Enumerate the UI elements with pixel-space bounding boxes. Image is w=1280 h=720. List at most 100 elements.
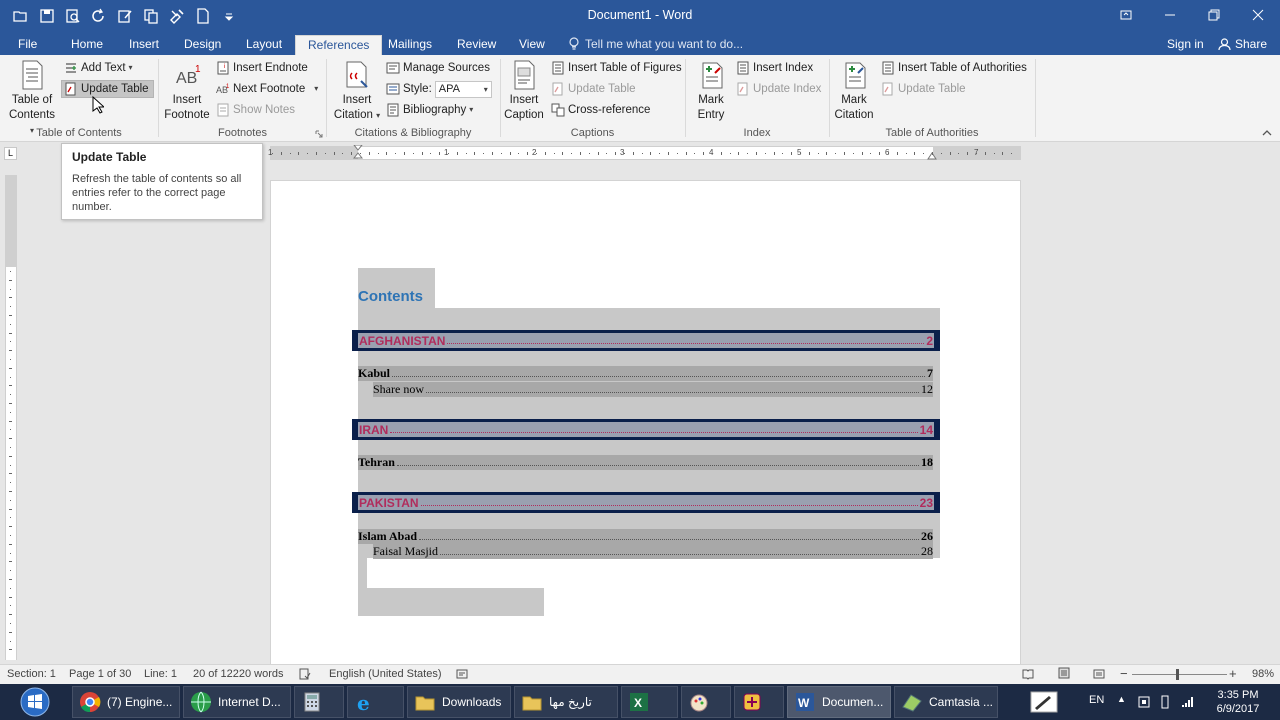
footnotes-dialog-launcher-icon[interactable] [315, 130, 323, 138]
taskbar-item-downloads[interactable]: Downloads [407, 686, 511, 718]
status-words[interactable]: 20 of 12220 words [193, 668, 284, 680]
toc-title[interactable]: Contents [358, 268, 435, 308]
zoom-level[interactable]: 98% [1252, 668, 1274, 680]
taskbar-item-calculator[interactable] [294, 686, 344, 718]
manage-sources-button[interactable]: Manage Sources [386, 59, 490, 77]
insert-index-button[interactable]: Insert Index [736, 59, 813, 77]
toc-entry[interactable]: AFGHANISTAN 2 [352, 330, 940, 351]
tab-review[interactable]: Review [445, 35, 508, 55]
macro-recording-icon[interactable] [456, 668, 468, 681]
ruler-tick [421, 152, 423, 155]
style-dropdown[interactable]: APA ▾ [434, 80, 492, 98]
vertical-ruler[interactable] [5, 175, 17, 660]
show-hidden-icons-icon[interactable]: ▲ [1117, 694, 1126, 704]
minimize-icon[interactable] [1148, 0, 1192, 30]
insert-table-of-figures-button[interactable]: Insert Table of Figures [551, 59, 682, 77]
tab-view[interactable]: View [507, 35, 557, 55]
cross-reference-button[interactable]: Cross-reference [551, 101, 650, 119]
insert-endnote-button[interactable]: i Insert Endnote [216, 59, 308, 77]
start-button[interactable] [2, 684, 68, 720]
tab-home[interactable]: Home [59, 35, 115, 55]
insert-citation-button[interactable]: Insert Citation ▾ [333, 59, 381, 123]
zoom-slider-thumb[interactable] [1176, 669, 1179, 680]
zoom-out-icon[interactable]: − [1120, 666, 1128, 681]
horizontal-ruler[interactable]: 1 1 2 3 4 5 6 7 [268, 145, 1021, 161]
taskbar-item-internet-explorer[interactable]: e [347, 686, 404, 718]
tab-references[interactable]: References [295, 35, 383, 55]
mark-entry-button[interactable]: Mark Entry [690, 59, 732, 123]
taskbar-item-excel[interactable]: X [621, 686, 678, 718]
pen-tray-icon[interactable] [1030, 690, 1058, 717]
insert-footnote-button[interactable]: AB 1 Insert Footnote [163, 59, 211, 123]
collapse-ribbon-icon[interactable] [1262, 128, 1272, 138]
table-of-figures-icon [552, 61, 564, 75]
status-line[interactable]: Line: 1 [144, 668, 177, 680]
taskbar-item-chrome[interactable]: (7) Engine... [72, 686, 180, 718]
taskbar-item-internet-download[interactable]: Internet D... [183, 686, 291, 718]
ribbon-display-options-icon[interactable] [1104, 0, 1148, 30]
network-signal-icon[interactable] [1180, 695, 1194, 712]
system-clock[interactable]: 3:35 PM 6/9/2017 [1208, 688, 1268, 716]
restore-icon[interactable] [1192, 0, 1236, 30]
web-layout-icon[interactable] [1093, 668, 1105, 681]
insert-table-of-authorities-button[interactable]: Insert Table of Authorities [881, 59, 1027, 77]
ruler-tick [9, 403, 12, 404]
power-icon[interactable] [1137, 695, 1151, 712]
taskbar-item-camtasia[interactable]: Camtasia ... [894, 686, 998, 718]
toc-entry[interactable]: IRAN 14 [352, 419, 940, 440]
close-icon[interactable] [1236, 0, 1280, 30]
update-index-button[interactable]: Update Index [736, 80, 821, 98]
status-section[interactable]: Section: 1 [7, 668, 56, 680]
toc-entry[interactable]: Share now 12 [373, 382, 933, 397]
insert-caption-button[interactable]: Insert Caption [502, 59, 546, 123]
tab-mailings[interactable]: Mailings [376, 35, 444, 55]
taskbar-item-folder-2[interactable]: تاریخ مها [514, 686, 618, 718]
mark-citation-button[interactable]: Mark Citation [832, 59, 876, 123]
ruler-tick [9, 491, 12, 492]
share-button[interactable]: Share [1218, 35, 1267, 53]
first-line-indent-marker[interactable] [353, 145, 363, 161]
toc-entry[interactable]: Kabul 7 [358, 366, 933, 381]
right-indent-marker[interactable] [927, 149, 937, 161]
update-table-figures-button[interactable]: Update Table [551, 80, 636, 98]
ruler-tick [351, 152, 353, 155]
print-layout-icon[interactable] [1058, 667, 1070, 680]
zoom-slider[interactable] [1132, 674, 1227, 675]
read-mode-icon[interactable] [1022, 668, 1034, 681]
ruler-tick [932, 152, 933, 155]
mark-entry-icon [702, 62, 723, 89]
zoom-in-icon[interactable]: + [1229, 666, 1237, 681]
group-label-footnotes: Footnotes [218, 127, 267, 139]
toc-entry[interactable]: Faisal Masjid 28 [373, 544, 933, 559]
tell-me-box[interactable]: Tell me what you want to do... [568, 35, 743, 53]
toc-entry[interactable]: Islam Abad 26 [358, 529, 933, 544]
paint-icon [690, 694, 708, 712]
language-indicator[interactable]: EN [1089, 694, 1104, 706]
tab-selector[interactable]: L [4, 147, 17, 160]
ruler-tick [703, 152, 705, 155]
show-notes-button[interactable]: Show Notes [216, 101, 295, 119]
ruler-tick [412, 153, 414, 154]
tab-layout[interactable]: Layout [234, 35, 294, 55]
update-table-button[interactable]: Update Table [61, 80, 154, 98]
ruler-tick [659, 153, 661, 154]
ruler-tick [456, 152, 458, 155]
bibliography-button[interactable]: Bibliography ▾ [386, 101, 473, 119]
update-table-authorities-button[interactable]: Update Table [881, 80, 966, 98]
tab-design[interactable]: Design [172, 35, 233, 55]
next-footnote-button[interactable]: AB 1 Next Footnote ▾ [216, 80, 318, 98]
sign-in-link[interactable]: Sign in [1167, 35, 1204, 53]
toc-entry[interactable]: Tehran 18 [358, 455, 933, 470]
tab-insert[interactable]: Insert [117, 35, 171, 55]
taskbar-item-word[interactable]: W Documen... [787, 686, 891, 718]
tab-file[interactable]: File [6, 35, 49, 55]
mobile-icon[interactable] [1158, 695, 1172, 712]
taskbar-item-app[interactable] [734, 686, 784, 718]
proofing-icon[interactable] [299, 668, 311, 681]
toc-entry[interactable]: PAKISTAN 23 [352, 492, 940, 513]
taskbar-item-paint[interactable] [681, 686, 731, 718]
status-language[interactable]: English (United States) [329, 668, 442, 680]
ruler-tick [641, 153, 643, 154]
status-page[interactable]: Page 1 of 30 [69, 668, 131, 680]
add-text-button[interactable]: Add Text ▾ [64, 59, 133, 77]
